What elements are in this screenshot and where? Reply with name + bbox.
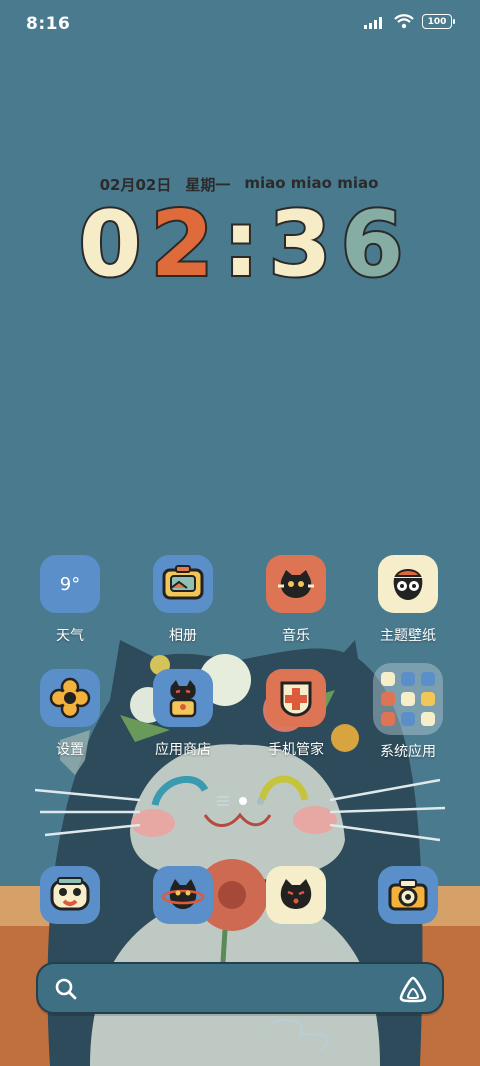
dock-app-browser[interactable]: [133, 866, 233, 924]
mini-app-icon: [421, 672, 435, 686]
cat-orbit-icon: [153, 866, 213, 924]
assistant-icon[interactable]: [398, 975, 428, 1003]
app-store[interactable]: 应用商店: [133, 669, 233, 759]
app-label: 应用商店: [155, 742, 211, 758]
menu-lines-icon: [216, 796, 229, 806]
themes-icon: [378, 555, 438, 613]
mini-app-icon: [421, 692, 435, 706]
hour-digit-2: 2: [149, 192, 216, 297]
app-label: 天气: [56, 628, 84, 644]
search-icon[interactable]: [54, 977, 78, 1001]
dock-app-camera[interactable]: [358, 866, 458, 924]
dock: [0, 866, 480, 926]
mini-app-icon: [401, 712, 415, 726]
minute-digit-2: 6: [339, 192, 406, 297]
status-time: 8:16: [26, 14, 71, 34]
mini-app-icon: [401, 692, 415, 706]
security-icon: [266, 669, 326, 727]
dock-app-messages[interactable]: [246, 866, 346, 924]
app-security[interactable]: 手机管家: [246, 669, 346, 759]
search-bar[interactable]: [36, 962, 444, 1014]
status-icons: 100: [364, 14, 455, 29]
app-label: 手机管家: [268, 742, 324, 758]
minute-digit-1: 3: [267, 192, 334, 297]
app-store-icon: [153, 669, 213, 727]
music-icon: [266, 555, 326, 613]
wifi-icon: [394, 14, 414, 29]
clock-widget[interactable]: 02月02日 星期一 miao miao miao 0 2 : 3 6: [0, 174, 480, 297]
app-weather[interactable]: 9° 天气: [20, 555, 120, 645]
battery-icon: 100: [422, 14, 455, 29]
signal-icon: [364, 16, 382, 29]
status-bar: 8:16 100: [0, 0, 480, 50]
app-label: 相册: [169, 628, 197, 644]
app-gallery[interactable]: 相册: [133, 555, 233, 645]
black-cat-icon: [266, 866, 326, 924]
hour-digit-1: 0: [77, 192, 144, 297]
clock-colon: :: [221, 192, 261, 297]
mini-app-icon: [401, 672, 415, 686]
app-settings[interactable]: 设置: [20, 669, 120, 759]
cat-face-icon: [40, 866, 100, 924]
app-label: 设置: [56, 742, 84, 758]
app-themes[interactable]: 主题壁纸: [358, 555, 458, 645]
mini-app-icon: [381, 712, 395, 726]
battery-level: 100: [427, 16, 447, 27]
big-clock: 0 2 : 3 6: [0, 192, 480, 297]
folder-icon: [373, 663, 443, 735]
page-indicator[interactable]: [0, 796, 480, 806]
app-folder-system[interactable]: 系统应用: [358, 663, 458, 761]
gallery-icon: [153, 555, 213, 613]
mini-app-icon: [421, 712, 435, 726]
page-dot-active: [238, 797, 247, 805]
mini-app-icon: [381, 672, 395, 686]
camera-icon: [378, 866, 438, 924]
app-label: 系统应用: [380, 744, 436, 760]
settings-icon: [40, 669, 100, 727]
weather-temp: 9°: [59, 573, 81, 595]
mini-app-icon: [381, 692, 395, 706]
weather-icon: 9°: [40, 555, 100, 613]
app-label: 音乐: [282, 628, 310, 644]
app-music[interactable]: 音乐: [246, 555, 346, 645]
page-dot: [256, 797, 264, 805]
app-label: 主题壁纸: [380, 628, 436, 644]
dock-app-camera-cat[interactable]: [20, 866, 120, 924]
